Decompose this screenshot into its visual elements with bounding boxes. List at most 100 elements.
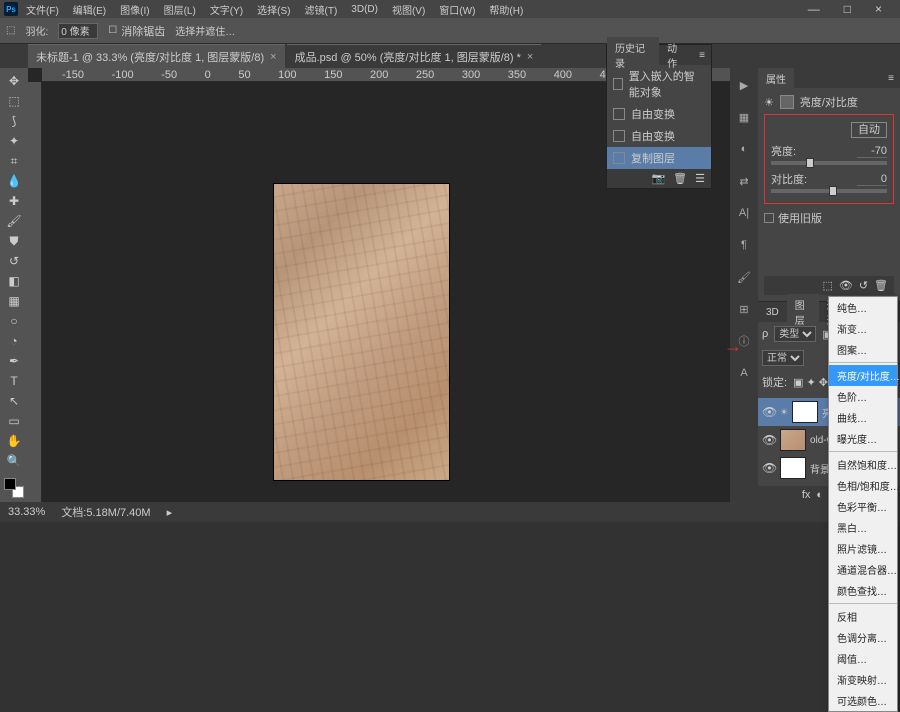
play-icon[interactable]: ▶ — [735, 76, 753, 94]
adjust-icon[interactable]: ⇄ — [735, 172, 753, 190]
eyedropper-tool[interactable]: 💧 — [3, 172, 25, 190]
menu-icon[interactable]: ☰ — [695, 172, 705, 185]
document-tab-active[interactable]: 未标题-1 @ 33.3% (亮度/对比度 1, 图层蒙版/8) × — [28, 44, 285, 69]
heal-tool[interactable]: ✚ — [3, 192, 25, 210]
layer-thumb[interactable] — [780, 457, 806, 479]
tab-properties[interactable]: 属性 — [758, 68, 794, 89]
zoom-tool[interactable]: 🔍 — [3, 452, 25, 470]
menu-item-gradient-map[interactable]: 渐变映射… — [829, 669, 897, 690]
brush-tool[interactable]: 🖌 — [3, 212, 25, 230]
crop-tool[interactable]: ⌗ — [3, 152, 25, 170]
visibility-icon[interactable]: 👁 — [762, 461, 776, 475]
menu-item-exposure[interactable]: 曝光度… — [829, 428, 897, 449]
lasso-tool[interactable]: ⟆ — [3, 112, 25, 130]
menu-view[interactable]: 视图(V) — [386, 0, 431, 19]
layer-thumb[interactable] — [780, 429, 806, 451]
menu-item-color-lookup[interactable]: 颜色查找… — [829, 580, 897, 601]
layer-name[interactable]: 背景 — [810, 461, 830, 476]
menu-item-solid-color[interactable]: 纯色… — [829, 297, 897, 318]
menu-item-gradient[interactable]: 渐变… — [829, 318, 897, 339]
menu-help[interactable]: 帮助(H) — [483, 0, 529, 19]
wand-tool[interactable]: ✦ — [3, 132, 25, 150]
para-icon[interactable]: ¶ — [735, 236, 753, 254]
antialias-checkbox[interactable]: ☐ 消除锯齿 — [108, 23, 165, 39]
menu-item-channel-mixer[interactable]: 通道混合器… — [829, 559, 897, 580]
menu-item-invert[interactable]: 反相 — [829, 606, 897, 627]
panel-menu-icon[interactable]: ≡ — [693, 50, 711, 61]
menu-item-pattern[interactable]: 图案… — [829, 339, 897, 360]
status-chevron-icon[interactable]: ▸ — [167, 506, 173, 519]
type2-icon[interactable]: A — [735, 364, 753, 382]
pen-tool[interactable]: ✒ — [3, 352, 25, 370]
history-row[interactable]: 复制图层 — [607, 147, 711, 169]
menu-image[interactable]: 图像(I) — [114, 0, 155, 19]
menu-3d[interactable]: 3D(D) — [345, 2, 384, 17]
history-brush-tool[interactable]: ↺ — [3, 252, 25, 270]
dodge-tool[interactable]: ◔ — [3, 332, 25, 350]
menu-type[interactable]: 文字(Y) — [204, 0, 249, 19]
blur-tool[interactable]: ○ — [3, 312, 25, 330]
snapshot-icon[interactable]: 📷 — [651, 172, 665, 185]
contrast-value[interactable]: 0 — [857, 173, 887, 186]
menu-window[interactable]: 窗口(W) — [433, 0, 481, 19]
marquee-tool-icon[interactable]: ⬚ — [6, 25, 15, 36]
trash-icon[interactable]: 🗑 — [874, 279, 888, 292]
menu-item-color-balance[interactable]: 色彩平衡… — [829, 496, 897, 517]
swatches-icon[interactable]: ▦ — [735, 108, 753, 126]
char-icon[interactable]: A| — [735, 204, 753, 222]
menu-item-levels[interactable]: 色阶… — [829, 386, 897, 407]
visibility-icon[interactable]: 👁 — [762, 433, 776, 447]
menu-edit[interactable]: 编辑(E) — [67, 0, 112, 19]
menu-select[interactable]: 选择(S) — [251, 0, 296, 19]
marquee-tool[interactable]: ⬚ — [3, 92, 25, 110]
trash-icon[interactable]: 🗑 — [673, 172, 687, 185]
menu-item-photo-filter[interactable]: 照片滤镜… — [829, 538, 897, 559]
canvas-image[interactable] — [274, 184, 449, 480]
path-tool[interactable]: ↖ — [3, 392, 25, 410]
stamp-tool[interactable]: ⛊ — [3, 232, 25, 250]
tab-layers[interactable]: 图层 — [787, 294, 819, 330]
legacy-checkbox[interactable] — [764, 213, 774, 223]
shape-tool[interactable]: ▭ — [3, 412, 25, 430]
minimize-button[interactable]: — — [802, 0, 826, 18]
clip-icon[interactable]: ⬚ — [822, 279, 832, 292]
layer-mask-thumb[interactable] — [792, 401, 818, 423]
brightness-value[interactable]: -70 — [857, 145, 887, 158]
menu-item-bw[interactable]: 黑白… — [829, 517, 897, 538]
visibility-icon[interactable]: 👁 — [762, 405, 776, 419]
auto-button[interactable]: 自动 — [851, 122, 887, 138]
tab-3d[interactable]: 3D — [758, 304, 787, 321]
zoom-level[interactable]: 33.33% — [8, 506, 45, 518]
brushes-icon[interactable]: 🖌 — [735, 268, 753, 286]
contrast-slider[interactable] — [771, 189, 887, 193]
menu-item-curves[interactable]: 曲线… — [829, 407, 897, 428]
menu-filter[interactable]: 滤镜(T) — [299, 0, 344, 19]
close-button[interactable]: × — [869, 0, 888, 18]
document-tab[interactable]: 成品.psd @ 50% (亮度/对比度 1, 图层蒙版/8) * × — [287, 44, 542, 69]
feather-input[interactable] — [58, 23, 98, 39]
history-row[interactable]: 自由变换 — [607, 125, 711, 147]
history-row[interactable]: 自由变换 — [607, 103, 711, 125]
maximize-button[interactable]: □ — [838, 0, 857, 18]
clone-icon[interactable]: ⊞ — [735, 300, 753, 318]
panel-menu-icon[interactable]: ≡ — [882, 73, 900, 84]
color-swatch[interactable] — [4, 478, 24, 498]
styles-icon[interactable]: ◐ — [735, 140, 753, 158]
tab-close-icon[interactable]: × — [527, 51, 533, 63]
menu-file[interactable]: 文件(F) — [20, 0, 65, 19]
blend-mode-select[interactable]: 正常 — [762, 350, 804, 366]
gradient-tool[interactable]: ▦ — [3, 292, 25, 310]
type-tool[interactable]: T — [3, 372, 25, 390]
menu-item-hue-sat[interactable]: 色相/饱和度… — [829, 475, 897, 496]
eraser-tool[interactable]: ◧ — [3, 272, 25, 290]
tab-close-icon[interactable]: × — [270, 51, 276, 63]
eye-icon[interactable]: 👁 — [839, 279, 853, 292]
menu-item-threshold[interactable]: 阈值… — [829, 648, 897, 669]
menu-layer[interactable]: 图层(L) — [158, 0, 202, 19]
menu-item-posterize[interactable]: 色调分离… — [829, 627, 897, 648]
menu-item-vibrance[interactable]: 自然饱和度… — [829, 454, 897, 475]
filter-kind-select[interactable]: 类型 — [774, 326, 816, 342]
menu-item-brightness-contrast[interactable]: 亮度/对比度… — [829, 365, 897, 386]
reset-icon[interactable]: ↺ — [859, 279, 868, 292]
menu-item-selective-color[interactable]: 可选颜色… — [829, 690, 897, 711]
